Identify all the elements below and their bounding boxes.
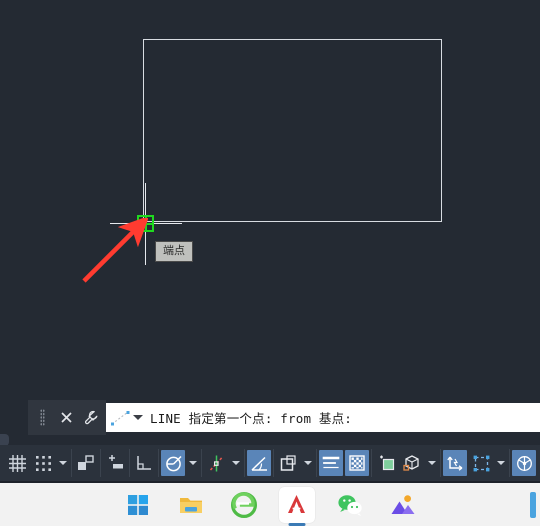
snap-tracking-group: [245, 449, 274, 477]
grid-snap-dropdown[interactable]: [56, 450, 70, 476]
dynamic-ucs-icon: [446, 456, 462, 471]
selection-cycling-button[interactable]: [374, 450, 398, 476]
selection-cycling-group: [372, 449, 441, 477]
wrench-icon: [84, 410, 98, 424]
selection-filter-button[interactable]: [469, 450, 493, 476]
autocad-window: 端点 LINE 指定第一个点: from 基点:: [0, 0, 540, 526]
object-snap-button[interactable]: [204, 450, 228, 476]
snap-mode-button[interactable]: [31, 450, 55, 476]
command-line-options-button[interactable]: [76, 400, 106, 435]
3d-osnap-dropdown[interactable]: [425, 450, 439, 476]
chevron-down-icon: [304, 461, 312, 465]
object-snap-dropdown[interactable]: [229, 450, 243, 476]
autocad-button[interactable]: [278, 486, 315, 526]
rectangle-entity[interactable]: [143, 39, 442, 222]
snap-tracking-icon: [250, 456, 267, 471]
start-button[interactable]: [120, 487, 156, 523]
snap-tooltip: 端点: [155, 241, 193, 262]
command-prompt-text: LINE 指定第一个点: from 基点:: [150, 411, 353, 426]
ortho-mode-group: [130, 449, 159, 477]
drag-grip-icon: [39, 409, 45, 426]
drawing-area[interactable]: 端点: [0, 0, 540, 400]
transparency-button[interactable]: [345, 450, 369, 476]
close-icon: [60, 412, 72, 423]
infer-constraints-group: [72, 449, 101, 477]
edge-browser-button[interactable]: [226, 487, 262, 523]
selection-filter-icon: [473, 455, 489, 471]
grid-icon: [8, 454, 26, 472]
polar-tracking-dropdown[interactable]: [186, 450, 200, 476]
status-bar[interactable]: [0, 445, 540, 481]
infer-constraints-icon: [78, 455, 94, 470]
command-line-close-button[interactable]: [56, 400, 76, 435]
dynamic-input-group: [101, 449, 130, 477]
ortho-mode-button[interactable]: [132, 450, 156, 476]
chevron-down-icon: [232, 461, 240, 465]
gizmo-button[interactable]: [512, 450, 536, 476]
command-line-drag-handle[interactable]: [28, 400, 56, 435]
file-explorer-button[interactable]: [173, 487, 209, 523]
windows-taskbar[interactable]: [0, 483, 540, 526]
grid-snap-group: [0, 449, 72, 477]
windows-logo-icon: [127, 494, 148, 515]
dynamic-input-button[interactable]: [103, 450, 127, 476]
ucs-group: [274, 449, 317, 477]
chevron-down-icon: [428, 461, 436, 465]
object-snap-group: [202, 449, 245, 477]
lineweight-icon: [322, 456, 340, 469]
object-snap-tracking-button[interactable]: [247, 450, 271, 476]
show-lineweight-button[interactable]: [319, 450, 343, 476]
gizmo-mode-group: [510, 449, 540, 477]
browser-e-icon: [230, 491, 257, 518]
running-indicator: [288, 522, 305, 526]
endpoint-snap-marker: [137, 215, 154, 232]
ucs-dropdown[interactable]: [301, 450, 315, 476]
selection-cycling-icon: [379, 455, 394, 471]
gizmo-icon: [516, 455, 532, 471]
cube-snap-icon: [403, 454, 419, 471]
polar-tracking-group: [159, 449, 202, 477]
gizmo-group: [441, 449, 510, 477]
transparency-icon: [349, 455, 365, 471]
object-snap-icon: [209, 455, 223, 471]
polar-tracking-button[interactable]: [161, 450, 185, 476]
command-line-bar[interactable]: LINE 指定第一个点: from 基点:: [0, 400, 540, 435]
infer-constraints-button[interactable]: [74, 450, 98, 476]
taskbar-right-indicator: [530, 491, 536, 518]
ortho-icon: [137, 456, 151, 470]
folder-icon: [179, 497, 202, 513]
selection-filter-dropdown[interactable]: [494, 450, 508, 476]
grid-display-button[interactable]: [5, 450, 29, 476]
ucs-square-icon: [280, 454, 296, 471]
allow-ucs-button[interactable]: [276, 450, 300, 476]
wechat-icon: [337, 494, 362, 516]
polar-tracking-icon: [165, 455, 182, 471]
chevron-down-icon: [59, 461, 67, 465]
chevron-down-icon: [189, 461, 197, 465]
command-input-field[interactable]: LINE 指定第一个点: from 基点:: [106, 403, 540, 432]
lineweight-group: [317, 449, 372, 477]
chevron-down-icon[interactable]: [133, 415, 143, 420]
gallery-button[interactable]: [385, 487, 421, 523]
photos-icon: [391, 494, 414, 514]
pen-line-icon: [109, 410, 133, 426]
dynamic-input-icon: [108, 455, 123, 469]
snap-dots-icon: [35, 455, 51, 471]
wechat-button[interactable]: [332, 487, 368, 523]
3d-osnap-button[interactable]: [400, 450, 424, 476]
autocad-a-icon: [288, 495, 305, 513]
chevron-down-icon: [497, 461, 505, 465]
dynamic-ucs-button[interactable]: [443, 450, 467, 476]
